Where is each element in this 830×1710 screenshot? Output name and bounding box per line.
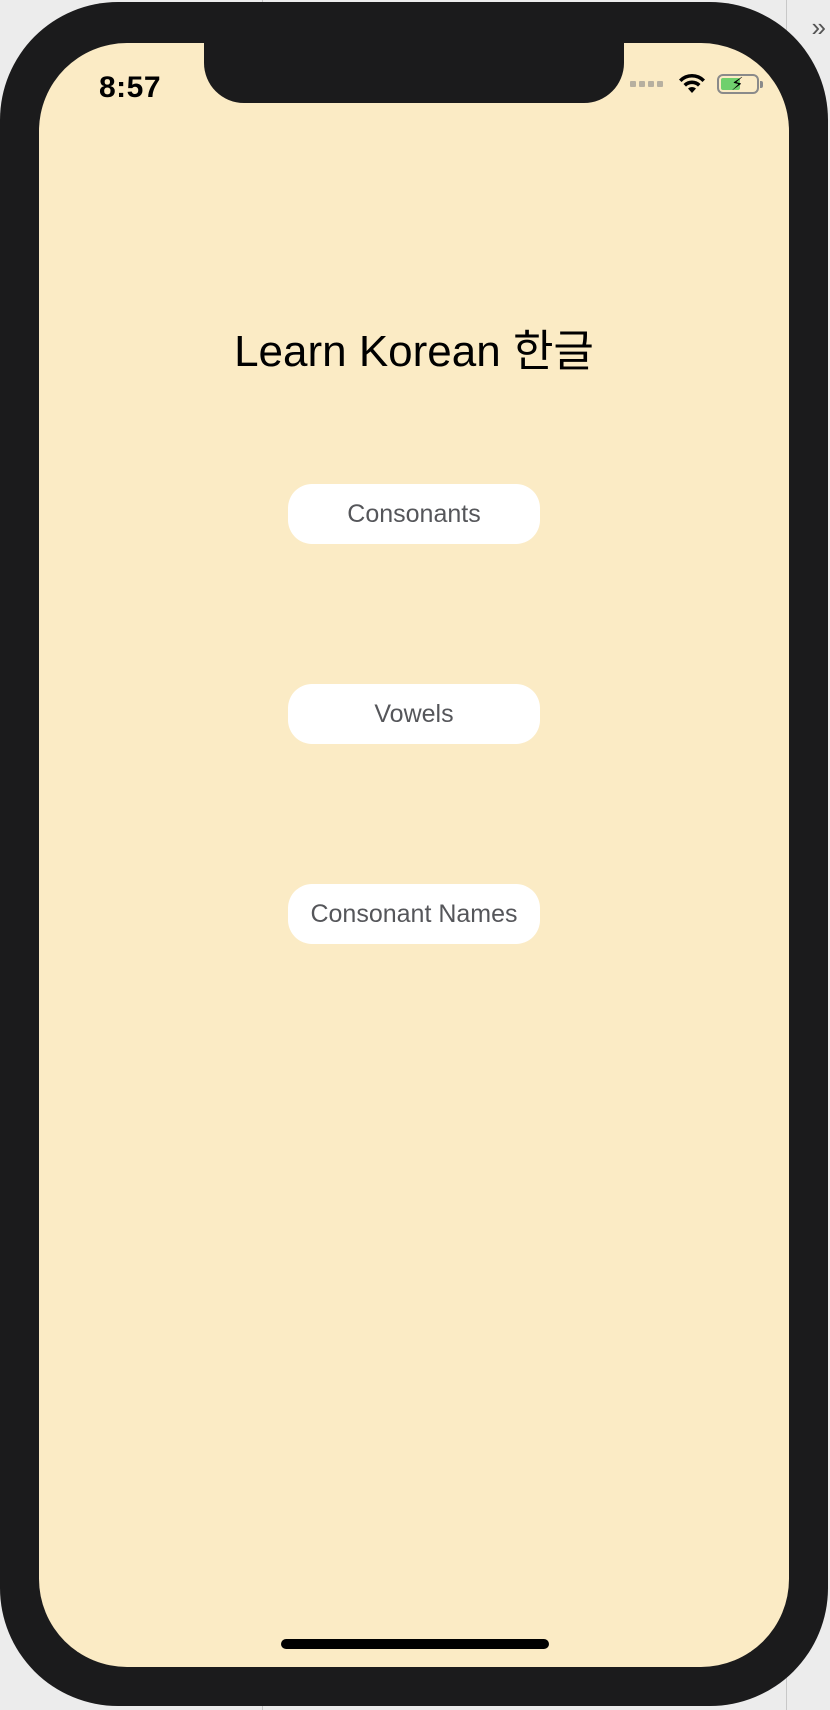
- vowels-button[interactable]: Vowels: [288, 684, 540, 744]
- wifi-icon: [679, 73, 705, 93]
- consonant-names-button[interactable]: Consonant Names: [288, 884, 540, 944]
- home-indicator[interactable]: [281, 1639, 549, 1649]
- app-screen: 8:57 ⚡ Learn Korean 한글 Consonants Vowels…: [39, 43, 789, 1667]
- status-icons: ⚡: [630, 73, 763, 95]
- cellular-signal-icon: [630, 81, 663, 87]
- page-title: Learn Korean 한글: [234, 327, 594, 376]
- consonants-button[interactable]: Consonants: [288, 484, 540, 544]
- device-frame: 8:57 ⚡ Learn Korean 한글 Consonants Vowels…: [0, 2, 828, 1706]
- battery-charging-icon: ⚡: [717, 74, 763, 94]
- status-time: 8:57: [99, 71, 162, 104]
- device-notch: [204, 43, 624, 103]
- chevron-double-right-icon[interactable]: »: [812, 12, 826, 43]
